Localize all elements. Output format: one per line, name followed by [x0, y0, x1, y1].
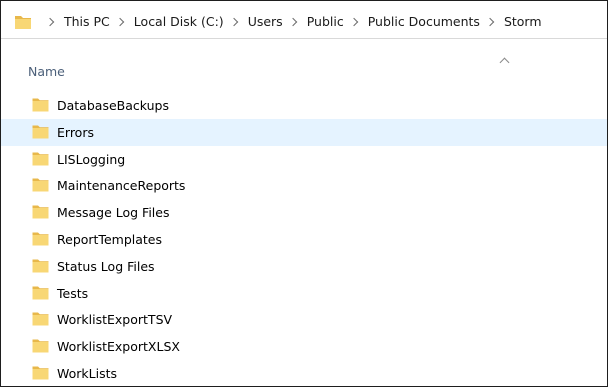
list-item[interactable]: Message Log Files [1, 199, 607, 226]
breadcrumb-this-pc[interactable]: This PC [63, 14, 111, 29]
list-item[interactable]: WorklistExportXLSX [1, 333, 607, 360]
list-item[interactable]: Status Log Files [1, 253, 607, 280]
folder-name: WorklistExportXLSX [57, 339, 180, 355]
folder-icon [32, 258, 49, 273]
chevron-right-icon[interactable] [288, 17, 297, 26]
folder-name: Tests [57, 285, 89, 301]
breadcrumb-storm[interactable]: Storm [503, 14, 543, 29]
folder-icon [32, 231, 49, 246]
breadcrumb: This PC Local Disk (C:) Users Public Pub… [41, 14, 543, 29]
folder-icon [32, 124, 49, 139]
list-item[interactable]: ReportTemplates [1, 226, 607, 253]
folder-name: WorkLists [57, 365, 118, 381]
list-item[interactable]: WorklistExportTSV [1, 306, 607, 333]
file-list: DatabaseBackups Errors LISLogging Maintenan… [1, 92, 607, 386]
chevron-right-icon[interactable] [229, 17, 238, 26]
address-bar[interactable]: This PC Local Disk (C:) Users Public Pub… [1, 1, 607, 39]
folder-icon [32, 338, 49, 353]
folder-name: DatabaseBackups [57, 98, 169, 113]
breadcrumb-public-documents[interactable]: Public Documents [367, 14, 481, 29]
folder-icon [32, 311, 49, 326]
folder-name: Errors [57, 124, 94, 140]
breadcrumb-local-disk[interactable]: Local Disk (C:) [133, 14, 225, 29]
sort-ascending-icon [499, 57, 510, 68]
folder-icon [32, 204, 49, 219]
list-item[interactable]: WorkLists [1, 360, 607, 386]
explorer-window: This PC Local Disk (C:) Users Public Pub… [0, 0, 608, 387]
chevron-right-icon[interactable] [485, 17, 495, 26]
folder-name: WorklistExportTSV [57, 312, 173, 328]
chevron-right-icon[interactable] [45, 17, 55, 26]
list-item[interactable]: Tests [1, 280, 607, 307]
breadcrumb-public[interactable]: Public [306, 14, 345, 29]
folder-icon [14, 14, 32, 30]
list-item[interactable]: LISLogging [1, 146, 607, 173]
folder-name: MaintenanceReports [57, 178, 186, 194]
folder-icon [32, 365, 49, 380]
folder-name: Message Log Files [57, 205, 170, 221]
column-header[interactable]: Name [1, 39, 607, 83]
chevron-right-icon[interactable] [349, 17, 358, 26]
list-item[interactable]: Errors [1, 118, 607, 146]
list-item[interactable]: DatabaseBackups [1, 92, 607, 119]
folder-name: ReportTemplates [57, 231, 162, 247]
folder-icon [32, 97, 49, 112]
breadcrumb-users[interactable]: Users [247, 14, 284, 29]
folder-name: LISLogging [57, 151, 126, 167]
folder-icon [32, 285, 49, 300]
list-item[interactable]: MaintenanceReports [1, 172, 607, 199]
chevron-right-icon[interactable] [115, 17, 125, 26]
name-column-header[interactable]: Name [28, 64, 65, 79]
folder-name: Status Log Files [57, 258, 155, 274]
folder-icon [32, 151, 49, 166]
folder-icon [32, 177, 49, 192]
